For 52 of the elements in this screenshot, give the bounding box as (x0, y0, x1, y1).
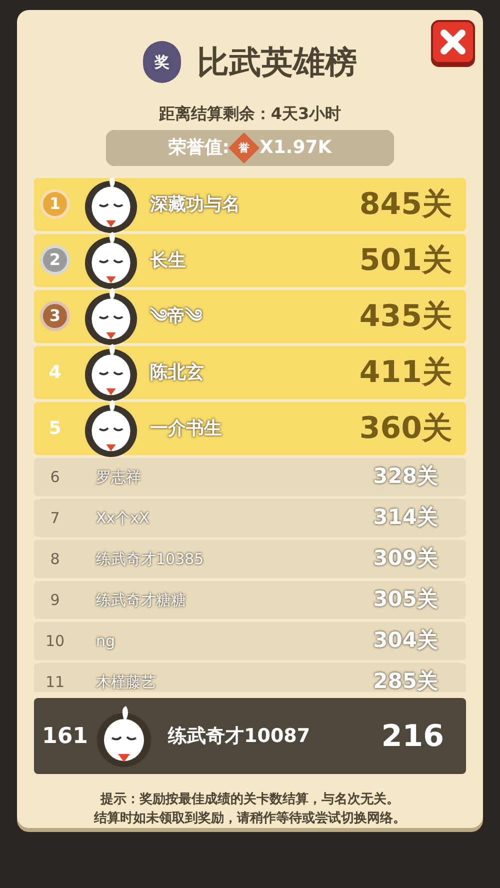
score-value: 328关 (373, 463, 438, 490)
score-value: 314关 (373, 504, 438, 532)
tip-text: 提示：奖励按最佳成绩的关卡数结算，与名次无关。 (100, 790, 400, 809)
rank-number: 6 (49, 466, 61, 488)
player-name: 木槿藤艺 (96, 672, 157, 692)
rank-number: 8 (49, 548, 61, 570)
rank-number: 10 (44, 630, 66, 652)
player-name: 一介书生 (150, 416, 223, 441)
player-name: 陈北玄 (150, 360, 205, 385)
score-value: 309关 (373, 545, 438, 572)
honor-icon: 誉 (228, 132, 260, 164)
player-name: ng (96, 630, 116, 652)
score-value: 435关 (359, 298, 452, 336)
player-name: 练武奇才糖糖 (96, 590, 187, 611)
honor-value: X1.97K (259, 136, 332, 160)
score-value: 305关 (373, 586, 438, 614)
avatar-icon (84, 232, 138, 289)
avatar-icon (84, 178, 138, 233)
player-name: Xx个xX (96, 508, 150, 529)
player-name: 深藏功与名 (150, 192, 241, 217)
rank-number: 11 (44, 672, 66, 692)
avatar-icon (96, 704, 152, 768)
player-name: 练武奇才10087 (168, 724, 312, 749)
rank-number: 5 (48, 416, 62, 441)
score-value: 845关 (359, 186, 452, 224)
rank-number: 9 (49, 590, 61, 611)
score-value: 360关 (359, 410, 452, 448)
score-value: 216 (381, 718, 444, 756)
dialog-title: 比武英雄榜 (197, 42, 357, 83)
rank-medal: 3 (40, 301, 70, 332)
score-value: 411关 (359, 354, 452, 392)
rank-medal: 1 (40, 189, 70, 220)
player-name: 罗志祥 (96, 466, 142, 488)
close-icon (440, 29, 466, 55)
rank-number: 7 (49, 508, 61, 529)
player-name: 练武奇才10385 (96, 548, 205, 570)
avatar-icon (84, 288, 138, 345)
score-value: 304关 (373, 627, 438, 654)
score-value: 285关 (373, 668, 438, 692)
honor-label: 荣誉值: (168, 136, 230, 160)
avatar-icon (84, 400, 138, 457)
player-name: ༄帝༄ (150, 304, 203, 329)
rank-number: 4 (48, 360, 62, 385)
award-badge: 奖 (143, 41, 181, 83)
avatar-icon (84, 344, 138, 401)
player-name: 长生 (150, 248, 187, 273)
score-value: 501关 (359, 242, 452, 280)
close-button[interactable] (431, 20, 475, 64)
tip-text: 结算时如未领取到奖励，请稍作等待或尝试切换网络。 (94, 810, 406, 828)
rank-medal: 2 (40, 245, 70, 276)
rank-number: 161 (41, 722, 89, 751)
countdown-text: 距离结算剩余：4天3小时 (158, 103, 342, 125)
